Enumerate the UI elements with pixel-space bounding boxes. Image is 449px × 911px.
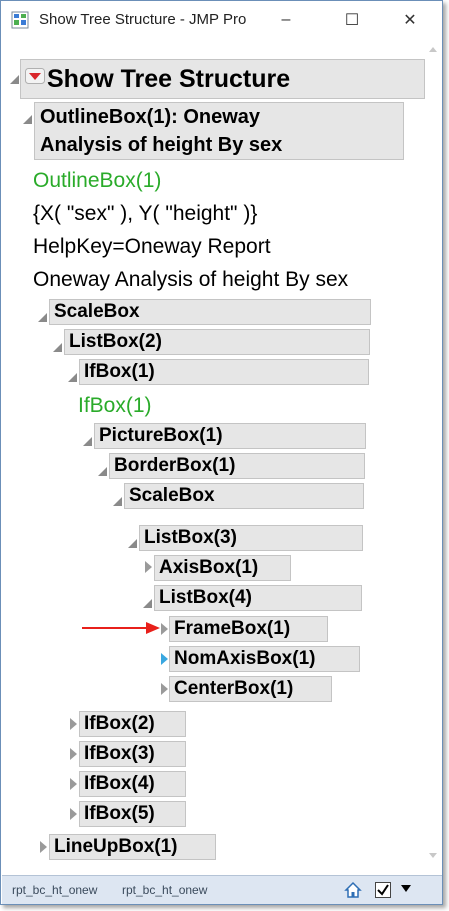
maximize-button[interactable]: ☐: [329, 1, 375, 39]
status-table-name[interactable]: rpt_bc_ht_onew: [12, 883, 97, 897]
tree-node-ifbox-1[interactable]: IfBox(1): [79, 359, 369, 385]
disclosure-open-icon[interactable]: [53, 343, 62, 352]
tree-node-listbox-4[interactable]: ListBox(4): [154, 585, 362, 611]
disclosure-closed-icon[interactable]: [161, 623, 168, 635]
outline-info-helpkey: HelpKey=Oneway Report: [33, 235, 271, 258]
title-bar[interactable]: Show Tree Structure - JMP Pro – ☐ ✕: [1, 1, 442, 39]
status-report-name[interactable]: rpt_bc_ht_onew: [122, 883, 207, 897]
outline-info-args: {X( "sex" ), Y( "height" )}: [33, 202, 258, 225]
tree-node-scalebox[interactable]: ScaleBox: [49, 299, 371, 325]
scroll-up-arrow-icon[interactable]: [429, 47, 437, 52]
outline-box-title-line2: Analysis of height By sex: [40, 134, 283, 156]
jmp-app-icon: [11, 11, 29, 29]
home-icon[interactable]: [344, 881, 362, 899]
disclosure-closed-icon[interactable]: [40, 841, 47, 853]
disclosure-closed-icon[interactable]: [70, 808, 77, 820]
tree-node-framebox-1[interactable]: FrameBox(1): [169, 616, 328, 642]
tree-node-label: ListBox(3): [144, 527, 237, 548]
red-triangle-menu-icon[interactable]: [25, 68, 45, 84]
tree-node-ifbox-5[interactable]: IfBox(5): [79, 801, 186, 827]
tree-node-label: AxisBox(1): [159, 557, 259, 578]
ifbox-info-name: IfBox(1): [78, 394, 152, 417]
tree-node-ifbox-3[interactable]: IfBox(3): [79, 741, 186, 767]
tree-node-picturebox-1[interactable]: PictureBox(1): [94, 423, 366, 449]
tree-node-scalebox-2[interactable]: ScaleBox: [124, 483, 364, 509]
disclosure-open-icon[interactable]: [23, 115, 32, 124]
disclosure-open-icon[interactable]: [83, 437, 92, 446]
window-title: Show Tree Structure - JMP Pro: [39, 11, 247, 28]
tree-node-label: IfBox(3): [84, 743, 155, 764]
tree-node-lineupbox-1[interactable]: LineUpBox(1): [49, 834, 216, 860]
root-outline-title: Show Tree Structure: [47, 65, 291, 93]
outline-info-title: Oneway Analysis of height By sex: [33, 268, 349, 291]
tree-node-ifbox-4[interactable]: IfBox(4): [79, 771, 186, 797]
root-outline-header[interactable]: Show Tree Structure: [20, 59, 425, 99]
disclosure-closed-icon[interactable]: [161, 653, 168, 665]
vertical-scrollbar[interactable]: [425, 41, 441, 867]
disclosure-closed-icon[interactable]: [161, 683, 168, 695]
jmp-window: Show Tree Structure - JMP Pro – ☐ ✕ Show…: [0, 0, 443, 905]
disclosure-closed-icon[interactable]: [70, 778, 77, 790]
tree-node-label: IfBox(2): [84, 713, 155, 734]
disclosure-open-icon[interactable]: [128, 539, 137, 548]
disclosure-open-icon[interactable]: [68, 373, 77, 382]
tree-node-axisbox-1[interactable]: AxisBox(1): [154, 555, 291, 581]
tree-node-label: IfBox(5): [84, 803, 155, 824]
annotation-arrow-icon: [82, 622, 160, 634]
tree-node-label: ListBox(4): [159, 587, 252, 608]
disclosure-open-icon[interactable]: [98, 467, 107, 476]
tree-node-borderbox-1[interactable]: BorderBox(1): [109, 453, 365, 479]
checkbox-icon[interactable]: [374, 881, 392, 899]
outline-box-title-line1: OutlineBox(1): Oneway: [40, 106, 261, 128]
tree-node-label: FrameBox(1): [174, 618, 291, 639]
tree-node-label: IfBox(4): [84, 773, 155, 794]
close-button[interactable]: ✕: [387, 1, 433, 39]
status-bar: rpt_bc_ht_onew rpt_bc_ht_onew: [2, 875, 442, 904]
tree-node-label: CenterBox(1): [174, 678, 294, 699]
tree-node-listbox-2[interactable]: ListBox(2): [64, 329, 370, 355]
tree-node-ifbox-2[interactable]: IfBox(2): [79, 711, 186, 737]
report-content: Show Tree Structure OutlineBox(1): Onewa…: [2, 41, 425, 867]
tree-node-label: ListBox(2): [69, 331, 162, 352]
dropdown-arrow-icon[interactable]: [400, 884, 412, 894]
disclosure-closed-icon[interactable]: [145, 561, 152, 573]
tree-node-listbox-3[interactable]: ListBox(3): [139, 525, 363, 551]
disclosure-open-icon[interactable]: [143, 599, 152, 608]
tree-node-nomaxisbox-1[interactable]: NomAxisBox(1): [169, 646, 360, 672]
disclosure-open-icon[interactable]: [113, 497, 122, 506]
disclosure-closed-icon[interactable]: [70, 718, 77, 730]
disclosure-open-icon[interactable]: [38, 313, 47, 322]
disclosure-open-icon[interactable]: [10, 75, 19, 84]
outline-box-header[interactable]: OutlineBox(1): Oneway Analysis of height…: [34, 102, 404, 160]
tree-node-label: BorderBox(1): [114, 455, 236, 476]
scroll-down-arrow-icon[interactable]: [429, 853, 437, 858]
tree-node-label: IfBox(1): [84, 361, 155, 382]
minimize-button[interactable]: –: [263, 1, 309, 39]
tree-node-label: ScaleBox: [129, 485, 215, 506]
outline-info-name: OutlineBox(1): [33, 169, 162, 192]
tree-node-label: NomAxisBox(1): [174, 648, 316, 669]
tree-node-label: PictureBox(1): [99, 425, 223, 446]
tree-node-label: ScaleBox: [54, 301, 140, 322]
tree-node-centerbox-1[interactable]: CenterBox(1): [169, 676, 332, 702]
tree-node-label: LineUpBox(1): [54, 836, 178, 857]
disclosure-closed-icon[interactable]: [70, 748, 77, 760]
